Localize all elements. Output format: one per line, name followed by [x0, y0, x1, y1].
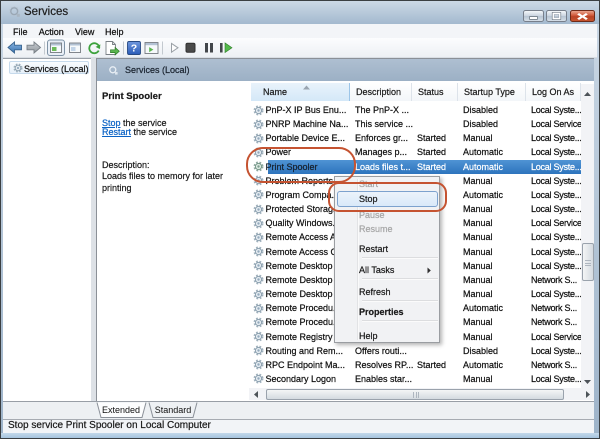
- svg-text:Standard: Standard: [155, 405, 192, 415]
- svg-text:Extended: Extended: [102, 405, 140, 415]
- svg-text:?: ?: [131, 43, 137, 55]
